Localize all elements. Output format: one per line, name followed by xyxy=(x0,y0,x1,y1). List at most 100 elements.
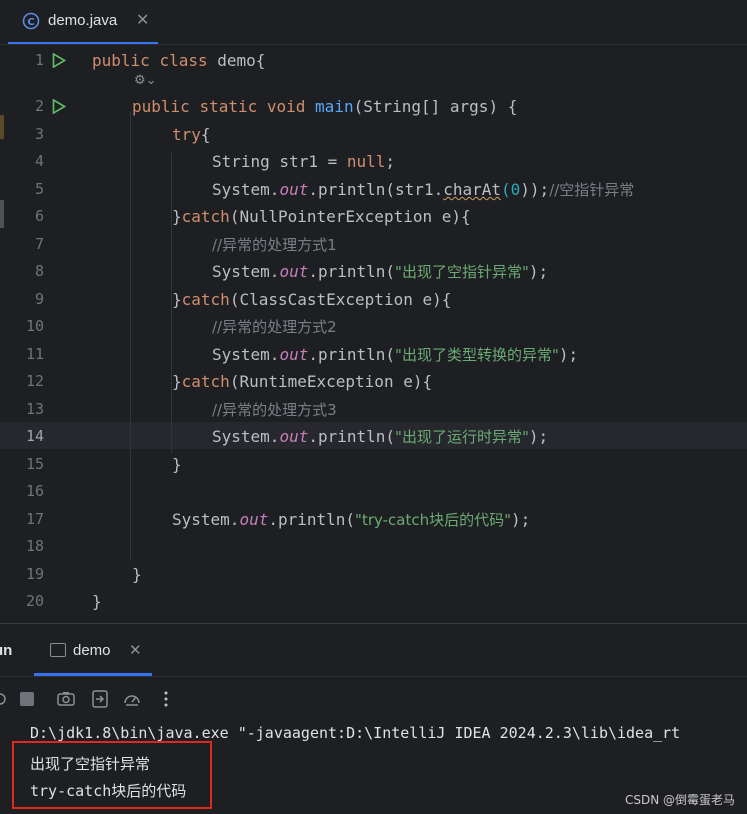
code-line-4: 4 String str1 = null; xyxy=(0,148,747,175)
code-line-16: 16 xyxy=(0,478,747,505)
stop-icon[interactable] xyxy=(17,689,37,709)
code-text: ( xyxy=(501,180,511,199)
code-line-18: 18 xyxy=(0,533,747,560)
more-icon[interactable] xyxy=(156,689,176,709)
static-field: out xyxy=(279,262,309,281)
keyword: null xyxy=(346,152,386,171)
watermark: CSDN @倒霉蛋老马 xyxy=(624,793,735,807)
java-class-icon: C xyxy=(22,12,40,30)
editor-tab-bar: C demo.java ✕ xyxy=(0,0,747,45)
close-icon[interactable]: ✕ xyxy=(129,641,142,659)
code-text: } xyxy=(172,290,182,309)
code-line-7: 7 //异常的处理方式1 xyxy=(0,231,747,258)
code-text: String str1 = xyxy=(212,152,347,171)
code-line-3: 3 try{ xyxy=(0,121,747,148)
code-line-1: 1 public class demo{ xyxy=(0,47,747,74)
highlight-box xyxy=(12,741,212,809)
code-text: .println( xyxy=(308,427,396,446)
static-field: out xyxy=(279,345,309,364)
keyword: class xyxy=(159,51,208,70)
method-name: main xyxy=(315,97,354,116)
code-text: System. xyxy=(172,510,240,529)
editor-tab-demo-java[interactable]: C demo.java ✕ xyxy=(8,0,158,45)
code-text: System. xyxy=(212,262,280,281)
keyword: catch xyxy=(181,207,230,226)
code-line-10: 10 //异常的处理方式2 xyxy=(0,313,747,340)
line-number: 1 xyxy=(34,51,44,69)
line-number: 13 xyxy=(25,400,44,418)
number-literal: 0 xyxy=(510,180,521,199)
keyword: try xyxy=(172,125,201,144)
static-field: out xyxy=(279,427,309,446)
close-icon[interactable]: ✕ xyxy=(136,10,149,29)
inlay-hint-icon[interactable]: ⚙⌄ xyxy=(134,73,157,88)
code-text: ; xyxy=(385,152,396,171)
keyword: public xyxy=(92,51,150,70)
code-line-15: 15 } xyxy=(0,451,747,478)
line-number: 5 xyxy=(34,180,44,198)
code-text: (ClassCastException e){ xyxy=(229,290,452,309)
code-text: .println( xyxy=(308,345,396,364)
run-tab-demo[interactable]: demo ✕ xyxy=(34,624,152,676)
line-number: 4 xyxy=(34,152,44,170)
code-line-20: 20 } xyxy=(0,588,747,615)
code-line-13: 13 //异常的处理方式3 xyxy=(0,396,747,423)
code-text: .println( xyxy=(308,262,396,281)
code-line-8: 8 System.out.println("出现了空指针异常"); xyxy=(0,258,747,285)
code-line-6: 6 }catch(NullPointerException e){ xyxy=(0,203,747,230)
line-number: 15 xyxy=(25,455,44,473)
code-line-11: 11 System.out.println("出现了类型转换的异常"); xyxy=(0,341,747,368)
code-text: System. xyxy=(212,180,280,199)
code-text: (NullPointerException e){ xyxy=(229,207,471,226)
static-field: out xyxy=(279,180,309,199)
line-number: 14 xyxy=(25,427,44,445)
line-number: 12 xyxy=(25,372,44,390)
keyword: catch xyxy=(181,372,230,391)
line-number: 9 xyxy=(34,290,44,308)
code-text: ); xyxy=(511,510,531,529)
line-number: 10 xyxy=(25,317,44,335)
code-line-17: 17 System.out.println("try-catch块后的代码"); xyxy=(0,506,747,533)
code-text: } xyxy=(172,455,182,474)
code-line-5: 5 System.out.println(str1.charAt(0));//空… xyxy=(0,176,747,203)
string-literal: "出现了类型转换的异常" xyxy=(395,346,559,364)
editor-tab-label: demo.java xyxy=(48,12,118,29)
line-number: 7 xyxy=(34,235,44,253)
code-text: )); xyxy=(520,180,550,199)
comment: //异常的处理方式3 xyxy=(212,401,337,419)
code-text: (String[] args) { xyxy=(353,97,518,116)
comment: //异常的处理方式1 xyxy=(212,236,337,254)
code-text: .println( xyxy=(268,510,356,529)
code-text: ); xyxy=(528,262,549,281)
code-text: .println(str1. xyxy=(308,180,444,199)
string-literal: "try-catch块后的代码" xyxy=(355,511,511,529)
static-field: out xyxy=(239,510,269,529)
line-number: 16 xyxy=(25,482,44,500)
keyword: public xyxy=(132,97,190,116)
speedometer-icon[interactable] xyxy=(122,689,142,709)
console-line: D:\jdk1.8\bin\java.exe "-javaagent:D:\In… xyxy=(30,724,681,742)
code-text: } xyxy=(172,372,182,391)
run-icon[interactable] xyxy=(52,53,66,68)
code-line-19: 19 } xyxy=(0,561,747,588)
code-line-9: 9 }catch(ClassCastException e){ xyxy=(0,286,747,313)
camera-icon[interactable] xyxy=(56,689,76,709)
code-text: (RuntimeException e){ xyxy=(229,372,433,391)
run-panel-title: un xyxy=(0,642,13,659)
exit-icon[interactable] xyxy=(90,689,110,709)
run-toolbar xyxy=(0,676,747,721)
rerun-icon[interactable] xyxy=(0,689,10,709)
comment: //空指针异常 xyxy=(549,181,635,199)
code-text: ); xyxy=(558,345,579,364)
code-text: demo{ xyxy=(207,51,266,70)
keyword: void xyxy=(266,97,306,116)
string-literal: "出现了空指针异常" xyxy=(395,263,529,281)
line-number: 17 xyxy=(25,510,44,528)
line-number: 11 xyxy=(25,345,44,363)
run-tab-label: demo xyxy=(73,642,111,659)
line-number: 2 xyxy=(34,97,44,115)
run-icon[interactable] xyxy=(52,99,66,114)
code-editor[interactable]: 1 public class demo{ ⚙⌄ 2 public static … xyxy=(0,45,747,623)
code-text: } xyxy=(92,592,102,611)
code-text: ); xyxy=(528,427,549,446)
